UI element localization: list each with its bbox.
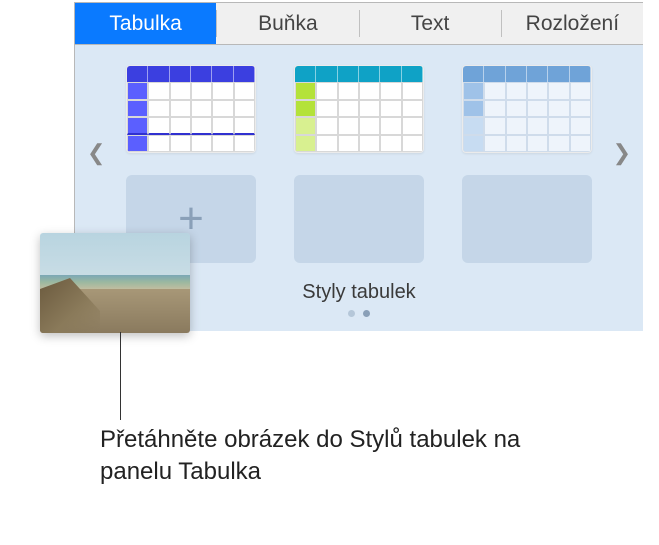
tab-table[interactable]: Tabulka: [75, 3, 216, 44]
table-style-thumb[interactable]: [126, 65, 256, 153]
empty-style-slot[interactable]: [294, 175, 424, 263]
table-style-thumbnails: [75, 65, 643, 153]
chevron-left-icon[interactable]: ❮: [87, 140, 105, 166]
tab-cell[interactable]: Buňka: [217, 3, 358, 44]
table-style-thumb[interactable]: [294, 65, 424, 153]
inspector-tabs: Tabulka Buňka Text Rozložení: [75, 3, 643, 45]
chevron-right-icon[interactable]: ❯: [613, 140, 631, 166]
callout-text: Přetáhněte obrázek do Stylů tabulek na p…: [100, 424, 530, 489]
page-dot[interactable]: [363, 310, 370, 317]
page-dot[interactable]: [348, 310, 355, 317]
tab-arrange[interactable]: Rozložení: [502, 3, 643, 44]
empty-style-slot[interactable]: [462, 175, 592, 263]
callout-leader-line: [120, 332, 121, 420]
dragged-image-thumbnail[interactable]: [40, 233, 190, 333]
table-style-thumb[interactable]: [462, 65, 592, 153]
tab-text[interactable]: Text: [360, 3, 501, 44]
